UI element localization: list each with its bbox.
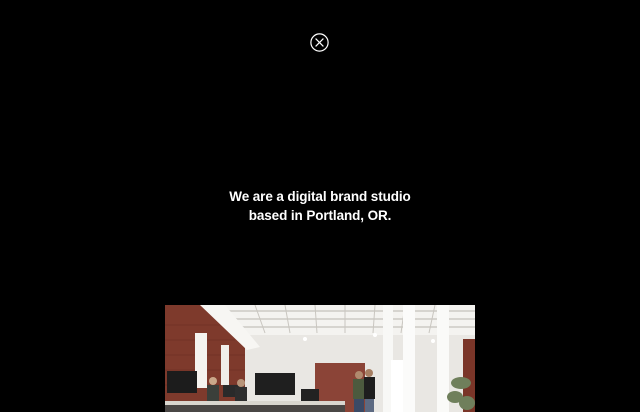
studio-tagline: We are a digital brand studio based in P… [0, 187, 640, 225]
close-button[interactable] [310, 33, 329, 52]
close-icon [310, 33, 329, 52]
studio-office-photo [165, 305, 475, 412]
menu-overlay: We are a digital brand studio based in P… [0, 0, 640, 412]
tagline-line-1: We are a digital brand studio [229, 189, 411, 204]
tagline-line-2: based in Portland, OR. [248, 208, 392, 223]
